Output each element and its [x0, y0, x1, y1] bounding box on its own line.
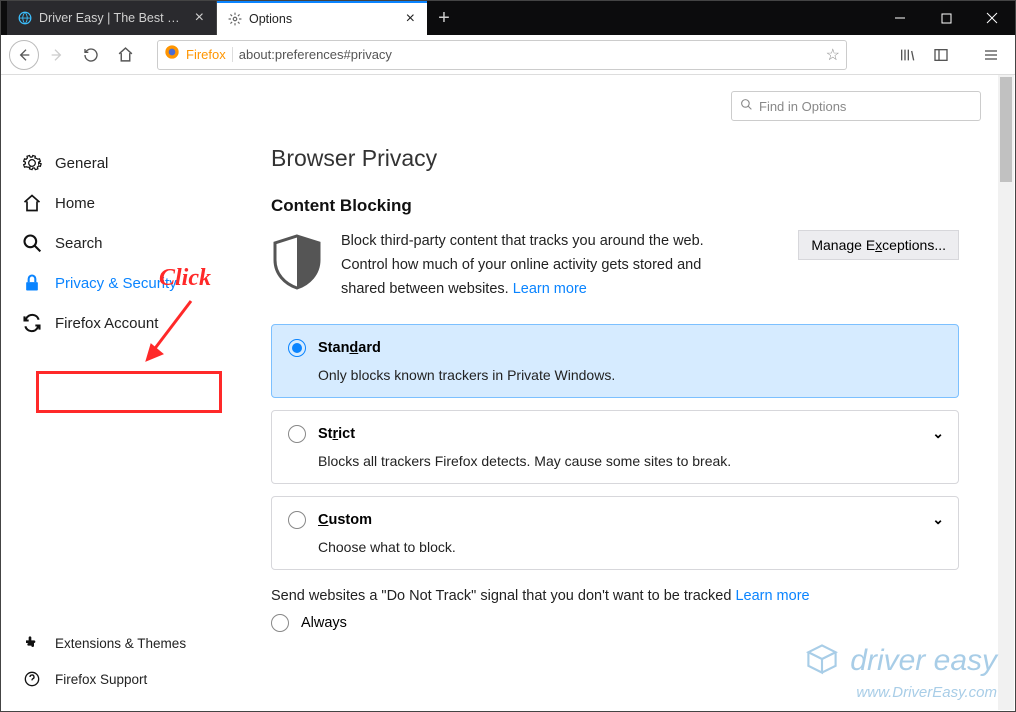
sidebar-item-extensions[interactable]: Extensions & Themes	[1, 625, 231, 661]
option-title: Standard	[318, 340, 381, 356]
option-strict[interactable]: ⌄ Strict Blocks all trackers Firefox det…	[271, 410, 959, 484]
sidebar-item-label: Firefox Support	[55, 672, 147, 687]
option-subtitle: Only blocks known trackers in Private Wi…	[318, 367, 942, 383]
lock-icon	[21, 272, 43, 294]
radio-label: Always	[301, 615, 347, 631]
section-title: Content Blocking	[271, 196, 959, 216]
page-title: Browser Privacy	[271, 145, 959, 172]
close-icon[interactable]: ×	[193, 9, 206, 27]
back-button[interactable]	[9, 40, 39, 70]
nav-toolbar: Firefox ☆	[1, 35, 1015, 75]
identity-label: Firefox	[186, 47, 233, 62]
search-icon	[21, 232, 43, 254]
sidebar-item-label: Search	[55, 235, 103, 252]
firefox-icon	[164, 44, 180, 65]
menu-button[interactable]	[975, 39, 1007, 71]
gear-icon	[21, 152, 43, 174]
puzzle-icon	[21, 632, 43, 654]
blocking-description: Block third-party content that tracks yo…	[341, 230, 741, 302]
gear-icon	[227, 11, 243, 27]
radio-strict[interactable]	[288, 425, 306, 443]
option-subtitle: Blocks all trackers Firefox detects. May…	[318, 453, 942, 469]
option-title: Custom	[318, 512, 372, 528]
url-input[interactable]	[239, 47, 820, 62]
annotation-arrow	[141, 296, 201, 371]
close-icon[interactable]: ×	[404, 10, 417, 28]
sidebar-item-support[interactable]: Firefox Support	[1, 661, 231, 697]
bookmark-star-icon[interactable]: ☆	[826, 45, 840, 65]
url-bar[interactable]: Firefox ☆	[157, 40, 847, 70]
option-subtitle: Choose what to block.	[318, 539, 942, 555]
radio-always[interactable]	[271, 614, 289, 632]
sidebar-item-label: Extensions & Themes	[55, 636, 186, 651]
close-button[interactable]	[969, 1, 1015, 35]
watermark: driver easy www.DriverEasy.com	[805, 642, 997, 701]
maximize-button[interactable]	[923, 1, 969, 35]
option-custom[interactable]: ⌄ Custom Choose what to block.	[271, 496, 959, 570]
option-title: Strict	[318, 426, 355, 442]
main-panel: Browser Privacy Content Blocking Block t…	[231, 75, 999, 711]
tab-title: Options	[249, 12, 398, 26]
chevron-down-icon[interactable]: ⌄	[932, 511, 944, 528]
manage-exceptions-button[interactable]: Manage Exceptions...	[798, 230, 959, 260]
minimize-button[interactable]	[877, 1, 923, 35]
annotation-label: Click	[159, 265, 211, 292]
tab-title: Driver Easy | The Best Free Driver	[39, 11, 187, 25]
home-button[interactable]	[109, 39, 141, 71]
help-icon	[21, 668, 43, 690]
globe-icon	[17, 10, 33, 26]
learn-more-link[interactable]: Learn more	[735, 588, 809, 604]
sidebar-item-label: Home	[55, 195, 95, 212]
cube-icon	[805, 642, 839, 684]
radio-custom[interactable]	[288, 511, 306, 529]
dnt-always-option[interactable]: Always	[271, 614, 959, 632]
forward-button	[41, 39, 73, 71]
sync-icon	[21, 312, 43, 334]
scrollbar[interactable]	[998, 75, 1014, 710]
shield-icon	[271, 234, 323, 290]
radio-standard[interactable]	[288, 339, 306, 357]
titlebar: Driver Easy | The Best Free Driver × Opt…	[1, 1, 1015, 35]
dnt-description: Send websites a "Do Not Track" signal th…	[271, 588, 959, 604]
learn-more-link[interactable]: Learn more	[513, 281, 587, 297]
tab-drivereasy[interactable]: Driver Easy | The Best Free Driver ×	[7, 1, 217, 35]
library-button[interactable]	[891, 39, 923, 71]
newtab-button[interactable]: +	[427, 1, 461, 35]
sidebar-item-general[interactable]: General	[1, 143, 231, 183]
reload-button[interactable]	[75, 39, 107, 71]
preferences-page: Find in Options General Home Search Priv…	[1, 75, 1015, 711]
sidebar-button[interactable]	[925, 39, 957, 71]
window-controls	[877, 1, 1015, 35]
sidebar-item-home[interactable]: Home	[1, 183, 231, 223]
home-icon	[21, 192, 43, 214]
option-standard[interactable]: Standard Only blocks known trackers in P…	[271, 324, 959, 398]
chevron-down-icon[interactable]: ⌄	[932, 425, 944, 442]
preferences-sidebar: General Home Search Privacy & Security F…	[1, 75, 231, 711]
sidebar-item-search[interactable]: Search	[1, 223, 231, 263]
sidebar-item-label: General	[55, 155, 108, 172]
browser-tabs: Driver Easy | The Best Free Driver × Opt…	[1, 1, 461, 35]
tab-options[interactable]: Options ×	[217, 1, 427, 35]
scroll-thumb[interactable]	[1000, 77, 1012, 182]
